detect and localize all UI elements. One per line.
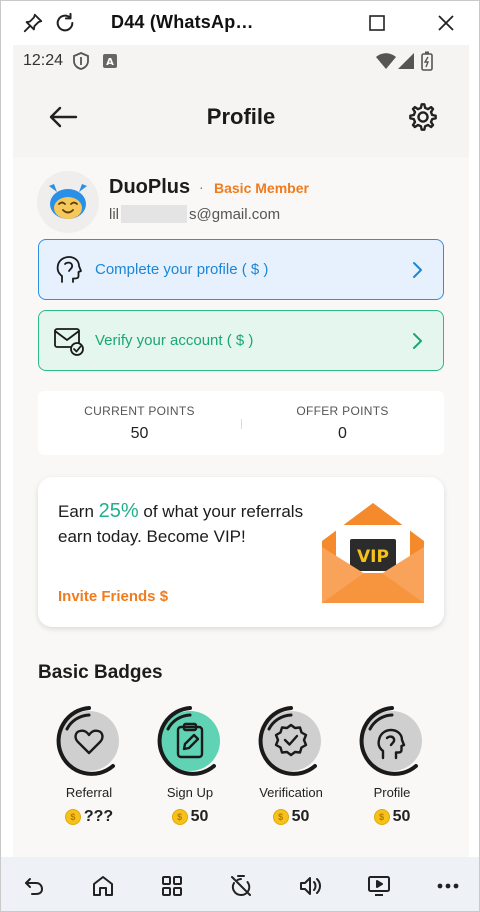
- signal-icon: [397, 52, 415, 70]
- timer-off-icon[interactable]: [228, 873, 254, 899]
- avatar[interactable]: [37, 171, 99, 233]
- basic-badges-title: Basic Badges: [38, 662, 163, 683]
- coin-icon: $: [373, 809, 390, 825]
- close-icon[interactable]: [434, 11, 458, 35]
- back-icon[interactable]: [21, 873, 47, 899]
- svg-text:A: A: [106, 57, 114, 68]
- badge-value: $50: [243, 808, 339, 826]
- home-icon[interactable]: [90, 873, 116, 899]
- window-title: D44 (WhatsAp…: [111, 12, 254, 32]
- email-suffix: s@gmail.com: [189, 205, 281, 223]
- badge-name: Verification: [259, 785, 323, 800]
- separator-dot: ·: [199, 179, 204, 195]
- current-points[interactable]: CURRENT POINTS 50: [38, 391, 241, 455]
- email-prefix: lil: [109, 205, 119, 223]
- coin-icon: $: [64, 809, 81, 825]
- status-bar: 12:24 A: [13, 45, 469, 77]
- head-profile-icon: [53, 254, 85, 286]
- complete-profile-label: Complete your profile ( $ ): [95, 261, 269, 278]
- badge-value-text: ???: [83, 808, 114, 825]
- badge-value: $???: [41, 808, 137, 826]
- points-panel: CURRENT POINTS 50 OFFER POINTS 0: [38, 391, 444, 455]
- badge-profile[interactable]: Profile $50: [344, 705, 440, 835]
- email-mask: [121, 205, 187, 223]
- window-titlebar: D44 (WhatsAp…: [1, 1, 479, 45]
- invite-friends-link[interactable]: Invite Friends $: [58, 588, 168, 605]
- badge-ring: [53, 705, 125, 777]
- wifi-icon: [375, 52, 397, 70]
- vip-envelope-icon: VIP: [320, 499, 426, 607]
- screen-icon[interactable]: [366, 873, 392, 899]
- badge-ring: [356, 705, 428, 777]
- badge-value-text: 50: [392, 808, 411, 825]
- shield-icon: [73, 52, 89, 70]
- app-window: D44 (WhatsAp… 12:24 A Profile DuoPlus · …: [0, 0, 480, 912]
- verify-account-label: Verify your account ( $ ): [95, 332, 254, 349]
- battery-icon: [421, 51, 433, 71]
- referral-text-before: Earn: [58, 502, 99, 521]
- complete-profile-card[interactable]: Complete your profile ( $ ): [38, 239, 444, 300]
- badge-ring: [255, 705, 327, 777]
- app-screen: Profile DuoPlus · Basic Member lil s@gma…: [13, 77, 469, 857]
- user-name: DuoPlus: [109, 176, 191, 198]
- badge-value-text: 50: [291, 808, 310, 825]
- coin-icon: $: [272, 809, 289, 825]
- envelope-vip-text: VIP: [357, 547, 389, 567]
- referral-text: Earn 25% of what your referrals earn tod…: [58, 499, 308, 549]
- a-icon: A: [103, 52, 117, 70]
- user-email: lil s@gmail.com: [109, 205, 280, 223]
- badge-value-text: 50: [190, 808, 209, 825]
- refresh-icon[interactable]: [53, 11, 77, 35]
- badge-ring: [154, 705, 226, 777]
- badge-value: $50: [344, 808, 440, 826]
- vip-referral-card: Earn 25% of what your referrals earn tod…: [38, 477, 444, 627]
- badge-value: $50: [142, 808, 238, 826]
- badge-name: Sign Up: [166, 785, 214, 800]
- mail-verify-icon: [53, 325, 85, 357]
- badge-sign-up[interactable]: Sign Up $50: [142, 705, 238, 835]
- offer-points-value: 0: [338, 425, 347, 442]
- status-time: 12:24: [23, 52, 64, 69]
- coin-icon: $: [171, 809, 188, 825]
- page-title: Profile: [206, 104, 276, 129]
- volume-icon[interactable]: [297, 873, 323, 899]
- apps-icon[interactable]: [159, 873, 185, 899]
- current-points-label: CURRENT POINTS: [84, 404, 195, 418]
- chevron-right-icon: [407, 331, 427, 351]
- badge-name: Profile: [373, 785, 411, 800]
- badge-referral[interactable]: Referral $???: [41, 705, 137, 835]
- badge-verification[interactable]: Verification $50: [243, 705, 339, 835]
- more-icon[interactable]: [435, 873, 461, 899]
- gear-icon[interactable]: [403, 97, 443, 137]
- membership-badge[interactable]: Basic Member: [214, 180, 309, 196]
- offer-points[interactable]: OFFER POINTS 0: [241, 391, 444, 455]
- chevron-right-icon: [407, 260, 427, 280]
- app-header: Profile: [13, 77, 469, 157]
- profile-content: DuoPlus · Basic Member lil s@gmail.com C…: [13, 157, 469, 857]
- system-nav-bar: [1, 857, 479, 911]
- verify-account-card[interactable]: Verify your account ( $ ): [38, 310, 444, 371]
- current-points-value: 50: [130, 425, 149, 442]
- badge-name: Referral: [65, 785, 113, 800]
- referral-percent: 25%: [98, 500, 139, 522]
- offer-points-label: OFFER POINTS: [296, 404, 389, 418]
- maximize-icon[interactable]: [365, 11, 389, 35]
- pin-icon[interactable]: [21, 11, 45, 35]
